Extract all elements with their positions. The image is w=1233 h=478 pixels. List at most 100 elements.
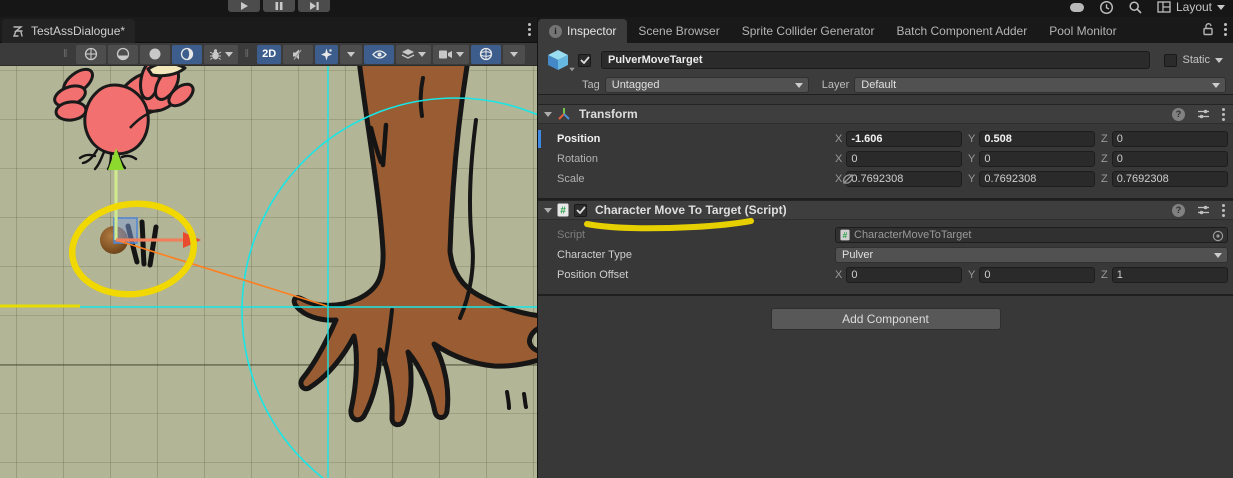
transform-icon (557, 107, 571, 121)
scene-tab-bar: TestAssDialogue* (0, 17, 537, 43)
scene-visibility-toggle[interactable] (364, 45, 394, 64)
transform-body: Position X-1.606 Y0.508 Z0 Rotation X0 Y… (538, 124, 1233, 198)
rotation-row: Rotation X0 Y0 Z0 (538, 149, 1233, 169)
chevron-down-icon (569, 68, 575, 72)
lighting-toggle-button[interactable] (172, 45, 202, 64)
gizmo-connector-line (116, 240, 327, 306)
check-icon (576, 206, 586, 214)
tab-sprite-collider-generator[interactable]: Sprite Collider Generator (731, 19, 886, 43)
toolbar-drag-handle[interactable]: ‖ (245, 48, 251, 60)
character-type-dropdown[interactable]: Pulver (835, 247, 1228, 263)
layout-grid-icon (1157, 1, 1171, 13)
component-menu-button[interactable] (1222, 204, 1225, 217)
tab-scene-browser[interactable]: Scene Browser (627, 19, 730, 43)
audio-mute-toggle[interactable] (283, 45, 313, 64)
transform-title: Transform (579, 107, 638, 121)
script-body: Script # CharacterMoveToTarget Character… (538, 220, 1233, 294)
2d-mode-toggle[interactable]: 2D (257, 45, 281, 64)
position-label: Position (557, 133, 835, 145)
component-menu-button[interactable] (1222, 108, 1225, 121)
shading-shadedwire-button[interactable] (108, 45, 138, 64)
help-icon[interactable]: ? (1172, 204, 1185, 217)
presets-icon[interactable] (1197, 108, 1210, 120)
tab-inspector[interactable]: i Inspector (538, 19, 627, 43)
help-icon[interactable]: ? (1172, 108, 1185, 121)
gizmo-orientation-button[interactable] (471, 45, 501, 64)
tree-sprite (294, 66, 537, 425)
script-row: Script # CharacterMoveToTarget (538, 225, 1233, 245)
character-type-label: Character Type (557, 249, 835, 261)
add-component-button[interactable]: Add Component (771, 308, 1001, 330)
position-z-field[interactable]: 0 (1112, 131, 1228, 147)
effects-dropdown[interactable] (340, 45, 362, 64)
tab-scene[interactable]: TestAssDialogue* (2, 19, 135, 43)
scale-z-field[interactable]: 0.7692308 (1112, 171, 1228, 187)
pause-button[interactable] (263, 0, 295, 12)
debug-options-button[interactable] (204, 45, 238, 64)
offset-z-field[interactable]: 1 (1112, 267, 1228, 283)
offset-y-field[interactable]: 0 (979, 267, 1095, 283)
layers-button[interactable] (396, 45, 431, 64)
presets-icon[interactable] (1197, 204, 1210, 216)
shading-solid-button[interactable] (140, 45, 170, 64)
speaker-muted-icon (291, 48, 305, 61)
static-label: Static (1182, 54, 1210, 66)
shading-wireframe-button[interactable] (76, 45, 106, 64)
effects-toggle[interactable] (315, 45, 338, 64)
script-component-header[interactable]: # Character Move To Target (Script) ? (538, 200, 1233, 220)
undo-history-icon[interactable] (1099, 0, 1114, 15)
search-icon[interactable] (1128, 0, 1143, 15)
rotation-y-field[interactable]: 0 (979, 151, 1095, 167)
transform-component-header[interactable]: Transform ? (538, 104, 1233, 124)
chevron-down-icon (795, 83, 803, 88)
gameobject-icon-button[interactable] (546, 48, 572, 72)
tab-batch-component-adder[interactable]: Batch Component Adder (885, 19, 1038, 43)
tag-dropdown[interactable]: Untagged (605, 77, 809, 93)
position-y-field[interactable]: 0.508 (979, 131, 1095, 147)
play-button[interactable] (228, 0, 260, 12)
unity-editor-window: Layout TestAssDialogue* ‖ (0, 0, 1233, 478)
inspector-menu-button[interactable] (1224, 23, 1227, 36)
scale-x-field[interactable]: 0.7692308 (846, 171, 962, 187)
step-button[interactable] (298, 0, 330, 12)
scene-toolbar: ‖ ‖ 2D (0, 43, 537, 66)
offset-x-field[interactable]: 0 (846, 267, 962, 283)
foldout-arrow-icon[interactable] (544, 112, 552, 117)
chevron-down-icon (1217, 5, 1225, 10)
rotation-x-field[interactable]: 0 (846, 151, 962, 167)
chevron-down-icon (510, 52, 518, 57)
editor-top-toolbar: Layout (0, 0, 1233, 17)
object-picker-icon[interactable] (1212, 230, 1224, 242)
toolbar-drag-handle[interactable]: ‖ (63, 48, 69, 60)
position-x-field[interactable]: -1.606 (846, 131, 962, 147)
script-object-field[interactable]: # CharacterMoveToTarget (835, 227, 1228, 243)
position-offset-row: Position Offset X0 Y0 Z1 (538, 265, 1233, 285)
gameobject-header: PulverMoveTarget Static Tag Untagged Lay… (538, 43, 1233, 95)
script-icon: # (557, 203, 569, 217)
static-dropdown-caret[interactable] (1215, 58, 1223, 63)
check-icon (580, 56, 590, 64)
lock-icon[interactable] (1202, 22, 1214, 36)
bug-icon (209, 48, 222, 61)
rotation-z-field[interactable]: 0 (1112, 151, 1228, 167)
tab-pool-monitor[interactable]: Pool Monitor (1038, 19, 1127, 43)
inspector-tab-bar: i Inspector Scene Browser Sprite Collide… (538, 17, 1233, 43)
gizmo-dropdown[interactable] (503, 45, 525, 64)
gameobject-name-field[interactable]: PulverMoveTarget (601, 51, 1150, 69)
layout-dropdown[interactable]: Layout (1157, 0, 1225, 14)
camera-button[interactable] (433, 45, 469, 64)
script-enabled-checkbox[interactable] (574, 204, 587, 217)
static-checkbox[interactable] (1164, 54, 1177, 67)
scale-y-field[interactable]: 0.7692308 (979, 171, 1095, 187)
scene-viewport[interactable] (0, 66, 537, 478)
layout-label: Layout (1176, 0, 1212, 14)
foldout-arrow-icon[interactable] (544, 208, 552, 213)
step-icon (309, 1, 320, 11)
active-checkbox[interactable] (578, 54, 591, 67)
cloud-icon[interactable] (1069, 1, 1085, 13)
svg-text:#: # (843, 230, 848, 240)
play-controls (228, 0, 330, 12)
scene-tab-menu-button[interactable] (528, 23, 531, 36)
unlinked-scale-icon[interactable] (841, 172, 855, 186)
layer-dropdown[interactable]: Default (854, 77, 1226, 93)
